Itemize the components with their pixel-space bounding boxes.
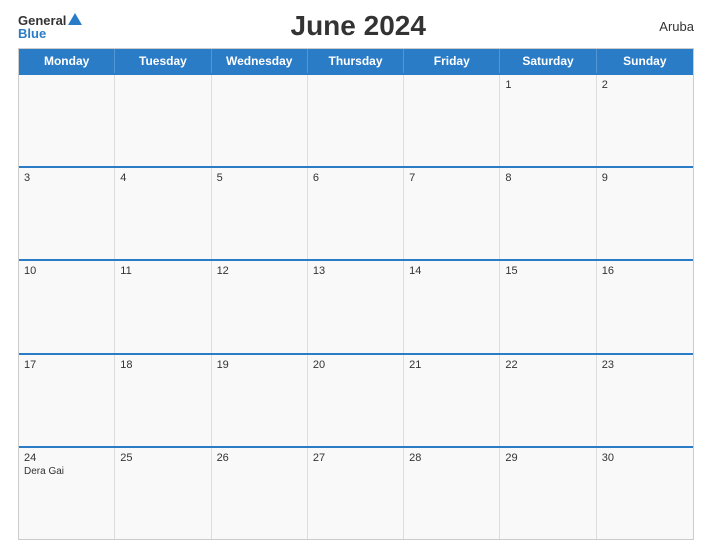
- week-row-1: 1 2: [19, 73, 693, 166]
- day-cell-empty: [212, 75, 308, 166]
- header: GeneralBlue June 2024 Aruba: [18, 10, 694, 42]
- weekday-sunday: Sunday: [597, 49, 693, 73]
- day-cell-30: 30: [597, 448, 693, 539]
- day-cell-11: 11: [115, 261, 211, 352]
- day-cell-19: 19: [212, 355, 308, 446]
- day-cell-empty: [404, 75, 500, 166]
- day-cell-29: 29: [500, 448, 596, 539]
- day-cell-24: 24 Dera Gai: [19, 448, 115, 539]
- day-cell-26: 26: [212, 448, 308, 539]
- day-cell-10: 10: [19, 261, 115, 352]
- week-row-5: 24 Dera Gai 25 26 27 28 29: [19, 446, 693, 539]
- day-cell-8: 8: [500, 168, 596, 259]
- day-cell-empty: [19, 75, 115, 166]
- day-cell-6: 6: [308, 168, 404, 259]
- day-cell-13: 13: [308, 261, 404, 352]
- week-row-2: 3 4 5 6 7 8 9: [19, 166, 693, 259]
- day-cell-15: 15: [500, 261, 596, 352]
- day-cell-18: 18: [115, 355, 211, 446]
- day-cell-2: 2: [597, 75, 693, 166]
- calendar-body: 1 2 3 4 5 6: [19, 73, 693, 539]
- day-cell-17: 17: [19, 355, 115, 446]
- calendar: Monday Tuesday Wednesday Thursday Friday…: [18, 48, 694, 540]
- day-cell-12: 12: [212, 261, 308, 352]
- weekday-friday: Friday: [404, 49, 500, 73]
- logo-general: General: [18, 14, 66, 27]
- day-cell-4: 4: [115, 168, 211, 259]
- day-cell-empty: [308, 75, 404, 166]
- day-cell-28: 28: [404, 448, 500, 539]
- day-cell-1: 1: [500, 75, 596, 166]
- day-cell-3: 3: [19, 168, 115, 259]
- calendar-header: Monday Tuesday Wednesday Thursday Friday…: [19, 49, 693, 73]
- weekday-monday: Monday: [19, 49, 115, 73]
- day-cell-14: 14: [404, 261, 500, 352]
- page: GeneralBlue June 2024 Aruba Monday Tuesd…: [0, 0, 712, 550]
- day-cell-7: 7: [404, 168, 500, 259]
- country-label: Aruba: [634, 19, 694, 34]
- day-cell-25: 25: [115, 448, 211, 539]
- day-cell-22: 22: [500, 355, 596, 446]
- weekday-tuesday: Tuesday: [115, 49, 211, 73]
- week-row-3: 10 11 12 13 14 15 16: [19, 259, 693, 352]
- logo-blue: Blue: [18, 27, 46, 40]
- day-cell-20: 20: [308, 355, 404, 446]
- weekday-saturday: Saturday: [500, 49, 596, 73]
- day-cell-23: 23: [597, 355, 693, 446]
- day-cell-5: 5: [212, 168, 308, 259]
- day-cell-empty: [115, 75, 211, 166]
- day-cell-21: 21: [404, 355, 500, 446]
- day-cell-16: 16: [597, 261, 693, 352]
- logo-triangle-icon: [68, 13, 82, 25]
- logo: GeneralBlue: [18, 13, 82, 40]
- month-title: June 2024: [82, 10, 634, 42]
- day-cell-27: 27: [308, 448, 404, 539]
- weekday-wednesday: Wednesday: [212, 49, 308, 73]
- week-row-4: 17 18 19 20 21 22 23: [19, 353, 693, 446]
- weekday-thursday: Thursday: [308, 49, 404, 73]
- day-cell-9: 9: [597, 168, 693, 259]
